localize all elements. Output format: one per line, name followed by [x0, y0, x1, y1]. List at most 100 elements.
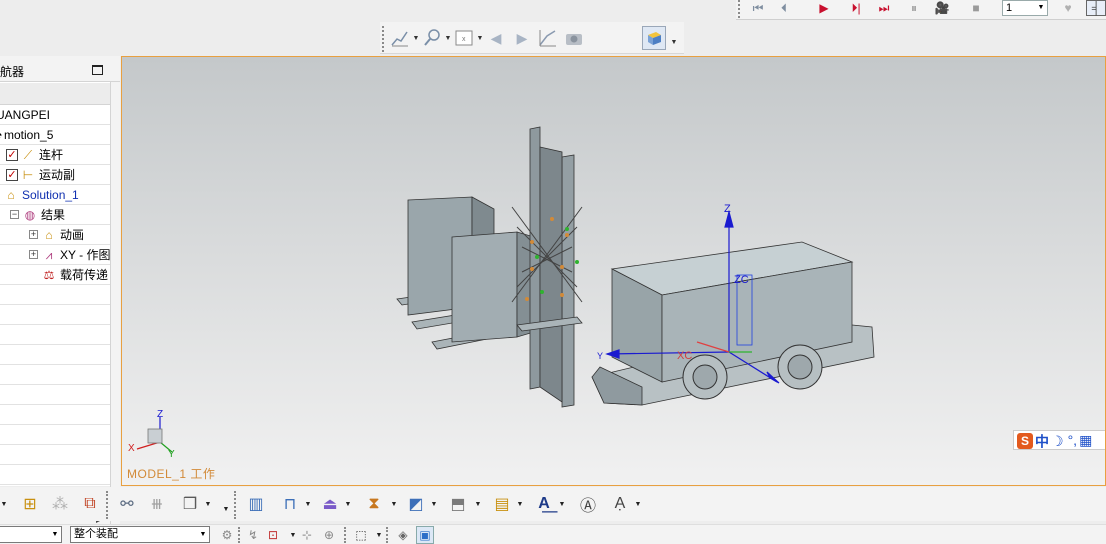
- axis-z-label: Z: [724, 203, 731, 215]
- stop-icon[interactable]: ■: [966, 0, 986, 16]
- tree-row-animation[interactable]: + ⌂ 动画: [0, 225, 110, 245]
- connector-icon[interactable]: ⏏: [318, 492, 342, 516]
- filter-icon[interactable]: ⚙: [218, 526, 236, 544]
- moon-icon[interactable]: ☽: [1051, 433, 1064, 449]
- assembly-tree-icon[interactable]: ⊞: [18, 492, 42, 516]
- components-icon[interactable]: ⁂: [48, 492, 72, 516]
- shaded-icon[interactable]: ◈: [394, 526, 412, 544]
- chevron-down-icon[interactable]: ▼: [444, 28, 452, 48]
- rewind-to-start-icon[interactable]: ⏮: [748, 0, 768, 16]
- motion-body-icon[interactable]: ▥: [244, 492, 268, 516]
- curve-snap-icon[interactable]: ⊹: [298, 526, 316, 544]
- tree-row-empty: [0, 285, 110, 305]
- toolbar-grip[interactable]: [382, 26, 385, 52]
- chevron-down-icon[interactable]: ▼: [222, 497, 230, 521]
- heart-icon[interactable]: ♥: [1058, 0, 1078, 16]
- frame-select[interactable]: 1 ▼: [1002, 0, 1048, 16]
- tree-row-empty: [0, 305, 110, 325]
- contact-icon[interactable]: ⬒: [446, 492, 470, 516]
- box-view-icon[interactable]: [642, 26, 666, 50]
- snap-icon[interactable]: ↯: [244, 526, 262, 544]
- chart-icon[interactable]: [390, 28, 410, 48]
- fast-forward-icon[interactable]: ⏭: [874, 0, 894, 16]
- chevron-down-icon[interactable]: ▼: [476, 28, 484, 48]
- trace-icon[interactable]: [538, 28, 558, 48]
- spring-icon[interactable]: ⧗: [362, 492, 386, 516]
- chevron-down-icon[interactable]: ▼: [304, 492, 312, 516]
- annotation-text-icon[interactable]: A͟: [532, 492, 556, 516]
- tree-row-joints[interactable]: ✓ ⊢ 运动副: [0, 165, 110, 185]
- face-snap-icon[interactable]: ⊕: [320, 526, 338, 544]
- force-icon[interactable]: ◩: [404, 492, 428, 516]
- toolbar-grip[interactable]: [234, 491, 237, 519]
- toolbar-grip[interactable]: [106, 491, 109, 519]
- expand-icon[interactable]: +: [29, 230, 38, 239]
- camera-icon[interactable]: 🎥: [932, 0, 952, 16]
- tree-row-results[interactable]: − ◍ 结果: [0, 205, 110, 225]
- joint-tool-icon[interactable]: ⊓: [278, 492, 302, 516]
- step-back-icon[interactable]: ⏴: [774, 0, 794, 16]
- frame-icon[interactable]: x: [454, 28, 474, 48]
- tree-row-load-transfer[interactable]: ⚖ 载荷传递: [0, 265, 110, 285]
- ime-toolbar[interactable]: S 中 ☽ °, ▦: [1013, 430, 1105, 450]
- punctuation-icon[interactable]: °,: [1068, 432, 1078, 448]
- explode-icon[interactable]: ⧻: [145, 492, 169, 516]
- tree-row-solution[interactable]: ⌂ Solution_1: [0, 185, 110, 205]
- toolbar-grip[interactable]: [738, 0, 741, 18]
- measure-icon[interactable]: Ⓐ: [576, 492, 600, 516]
- forklift-model[interactable]: Z ZC XC Y Z X Y: [122, 57, 1106, 486]
- rectangle-select-icon[interactable]: ⬚: [352, 526, 370, 544]
- checkbox-joints[interactable]: ✓: [6, 169, 18, 181]
- layout-icon[interactable]: ╡: [1086, 0, 1106, 16]
- toolbar-grip[interactable]: [386, 527, 389, 543]
- play-icon[interactable]: ▶: [814, 0, 834, 16]
- graphics-viewport[interactable]: Z ZC XC Y Z X Y MODEL_1 工作 S 中 ☽ °, ▦: [121, 56, 1106, 486]
- chevron-down-icon[interactable]: ▼: [516, 492, 524, 516]
- navigator-column-header[interactable]: [0, 83, 110, 105]
- tree-row-motion[interactable]: ◔ motion_5: [0, 125, 110, 145]
- toolbar-grip[interactable]: [344, 527, 347, 543]
- type-filter-select[interactable]: ▼: [0, 526, 62, 543]
- step-forward-icon[interactable]: ⏵|: [846, 0, 866, 16]
- camera-icon[interactable]: [564, 28, 584, 48]
- chevron-down-icon[interactable]: ▼: [670, 32, 678, 52]
- expand-icon[interactable]: +: [29, 250, 38, 259]
- keyboard-icon[interactable]: ▦: [1079, 432, 1092, 448]
- tree-row-root[interactable]: UANGPEI: [0, 105, 110, 125]
- point-snap-icon[interactable]: ⊡: [264, 526, 282, 544]
- view-box-icon[interactable]: ▣: [416, 526, 434, 544]
- ime-mode-label[interactable]: 中: [1035, 433, 1049, 449]
- chevron-down-icon[interactable]: ▼: [412, 28, 420, 48]
- mast-right[interactable]: [561, 154, 575, 408]
- view-triad[interactable]: Z X Y: [128, 409, 175, 460]
- arrow-left-icon[interactable]: ◀: [486, 28, 506, 48]
- chevron-down-icon[interactable]: ▼: [390, 492, 398, 516]
- wheel-front[interactable]: [777, 344, 823, 390]
- checkbox-links[interactable]: ✓: [6, 149, 18, 161]
- chevron-down-icon[interactable]: ▼: [474, 492, 482, 516]
- arrow-right-icon[interactable]: ▶: [512, 28, 532, 48]
- label-icon[interactable]: Ạ: [608, 492, 632, 516]
- solution-icon: ⌂: [7, 188, 15, 202]
- chevron-down-icon[interactable]: ▼: [558, 492, 566, 516]
- chevron-down-icon[interactable]: ▼: [634, 492, 642, 516]
- tree-row-xy-graph[interactable]: + ⩘ XY - 作图: [0, 245, 110, 265]
- component-swap-icon[interactable]: ⧉: [78, 492, 102, 516]
- vertical-scrollbar[interactable]: [110, 82, 120, 528]
- toolbar-grip[interactable]: [238, 527, 241, 543]
- probe-icon[interactable]: [422, 28, 442, 48]
- selection-scope-select[interactable]: 整个装配 ▼: [70, 526, 210, 543]
- front-plate[interactable]: [451, 231, 518, 343]
- tree-label: 载荷传递: [60, 268, 109, 282]
- constraint-icon[interactable]: ⚯: [115, 492, 139, 516]
- chevron-down-icon[interactable]: ▼: [0, 492, 8, 516]
- maximize-icon[interactable]: [92, 65, 103, 75]
- pause-icon[interactable]: ⏸: [904, 0, 924, 16]
- sensor-icon[interactable]: ▤: [490, 492, 514, 516]
- chevron-down-icon[interactable]: ▼: [204, 492, 212, 516]
- cube-group-icon[interactable]: ❒: [178, 492, 202, 516]
- collapse-icon[interactable]: −: [10, 210, 19, 219]
- tree-row-links[interactable]: ✓ ⟋ 连杆: [0, 145, 110, 165]
- chevron-down-icon[interactable]: ▼: [344, 492, 352, 516]
- chevron-down-icon[interactable]: ▼: [430, 492, 438, 516]
